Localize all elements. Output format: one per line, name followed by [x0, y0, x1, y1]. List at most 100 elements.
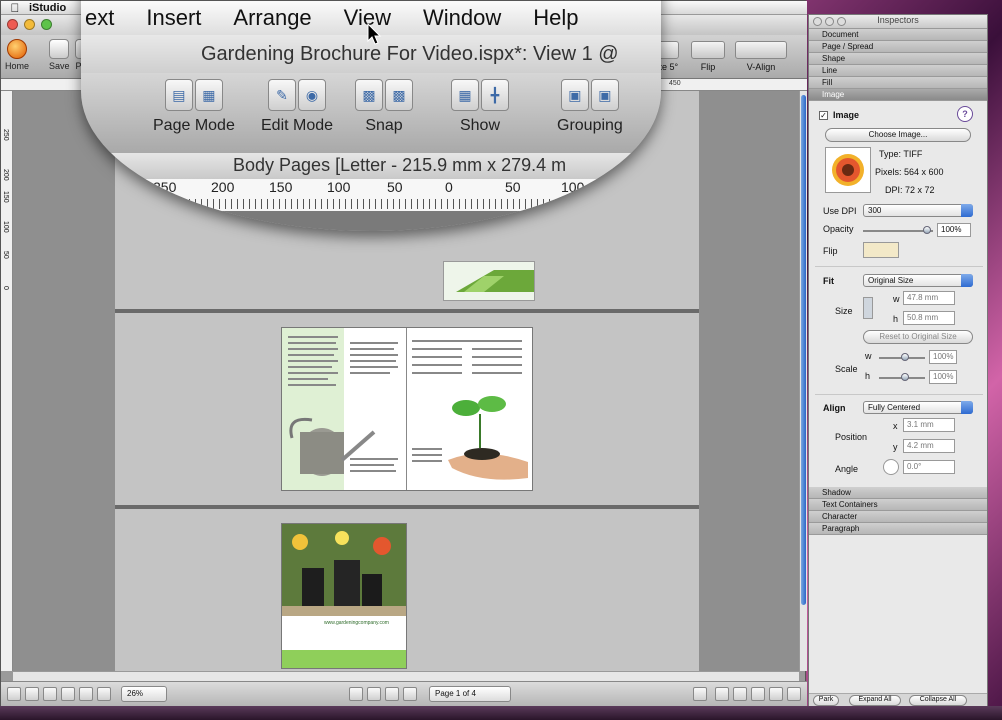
pots-photo	[282, 524, 406, 668]
zoomed-toolbar: ▤ ▦ Page Mode ✎ ◉ Edit Mode ▩ ▩ Snap ▦ ╋ Sho…	[81, 73, 661, 153]
grass-photo	[444, 262, 534, 300]
size-lock-icon[interactable]	[863, 297, 873, 319]
scale-h-knob[interactable]	[901, 373, 909, 381]
reset-size-button[interactable]: Reset to Original Size	[863, 330, 973, 344]
scale-h-field[interactable]: 100%	[929, 370, 957, 384]
zoom-out-icon[interactable]	[79, 687, 93, 701]
minimize-icon[interactable]	[24, 19, 35, 30]
flip-button[interactable]: Flip	[691, 41, 725, 72]
minimize-icon[interactable]	[825, 17, 834, 26]
tool-icon[interactable]	[769, 687, 783, 701]
main-window:  iStudio Home Save Pr tate 5° Flip	[0, 0, 807, 707]
tool-icon[interactable]	[733, 687, 747, 701]
view-mode-icon[interactable]	[43, 687, 57, 701]
opacity-field[interactable]: 100%	[937, 223, 971, 237]
section-line[interactable]: Line	[809, 65, 987, 77]
section-page-spread[interactable]: Page / Spread	[809, 41, 987, 53]
snap-icon: ▩	[355, 79, 383, 111]
zoom-select[interactable]: 26%	[121, 686, 167, 702]
page-separator	[115, 309, 699, 313]
page-select[interactable]: Page 1 of 4	[429, 686, 511, 702]
align-select[interactable]: Fully Centered	[863, 401, 973, 414]
mouse-pointer-icon	[367, 23, 382, 45]
tool-icon[interactable]	[787, 687, 801, 701]
park-button[interactable]: Park	[813, 695, 839, 706]
close-icon[interactable]	[7, 19, 18, 30]
angle-dial-icon[interactable]	[883, 459, 899, 475]
home-button[interactable]: Home	[5, 39, 29, 71]
expand-all-button[interactable]: Expand All	[849, 695, 901, 706]
image-checkbox[interactable]: ✓	[819, 111, 828, 120]
page-mode-button[interactable]: ▤ ▦ Page Mode	[153, 79, 235, 135]
section-shape[interactable]: Shape	[809, 53, 987, 65]
angle-field[interactable]: 0.0°	[903, 460, 955, 474]
grouping-button[interactable]: ▣ ▣ Grouping	[557, 79, 623, 135]
fit-select[interactable]: Original Size	[863, 274, 973, 287]
page-image-selected[interactable]	[443, 261, 535, 301]
last-page-icon[interactable]	[403, 687, 417, 701]
vertical-scrollbar[interactable]	[799, 91, 807, 671]
view-mode-icon[interactable]	[61, 687, 75, 701]
height-field[interactable]: 50.8 mm	[903, 311, 955, 325]
close-icon[interactable]	[813, 17, 822, 26]
page-back-cover[interactable]: www.gardeningcompany.com	[281, 523, 407, 669]
menu-window[interactable]: Window	[423, 5, 501, 31]
page-mode-icon: ▤	[164, 79, 193, 111]
inspector-titlebar: Inspectors	[809, 15, 987, 29]
scale-w-knob[interactable]	[901, 353, 909, 361]
apple-icon[interactable]: 	[1, 1, 29, 15]
edit-pencil-icon: ✎	[268, 79, 297, 111]
save-icon	[49, 39, 70, 59]
menu-help[interactable]: Help	[533, 5, 578, 31]
home-icon	[7, 39, 27, 59]
show-button[interactable]: ▦ ╋ Show	[451, 79, 509, 135]
menu-insert[interactable]: Insert	[146, 5, 201, 31]
vertical-ruler: 250 200 150 100 50 0	[1, 91, 13, 671]
status-bar: 26% Page 1 of 4	[1, 681, 807, 707]
first-page-icon[interactable]	[349, 687, 363, 701]
view-mode-icon[interactable]	[25, 687, 39, 701]
horizontal-scrollbar[interactable]	[13, 671, 799, 681]
spread-artwork	[288, 336, 528, 480]
dock	[0, 706, 1002, 720]
section-shadow[interactable]: Shadow	[809, 487, 987, 499]
zoom-icon[interactable]	[837, 17, 846, 26]
choose-image-button[interactable]: Choose Image...	[825, 128, 971, 142]
section-character[interactable]: Character	[809, 511, 987, 523]
tool-icon[interactable]	[693, 687, 707, 701]
edit-mode-button[interactable]: ✎ ◉ Edit Mode	[261, 79, 333, 135]
save-button[interactable]: Save	[49, 39, 70, 71]
view-mode-icon[interactable]	[7, 687, 21, 701]
section-document[interactable]: Document	[809, 29, 987, 41]
next-page-icon[interactable]	[385, 687, 399, 701]
section-fill[interactable]: Fill	[809, 77, 987, 89]
scale-w-field[interactable]: 100%	[929, 350, 957, 364]
menu-arrange[interactable]: Arrange	[233, 5, 311, 31]
section-paragraph[interactable]: Paragraph	[809, 523, 987, 535]
spread-pages-2-3[interactable]	[281, 327, 533, 491]
page-separator	[115, 505, 699, 509]
x-position-field[interactable]: 3.1 mm	[903, 418, 955, 432]
tool-icon[interactable]	[751, 687, 765, 701]
inspector-panel: Inspectors Document Page / Spread Shape …	[808, 14, 988, 708]
tool-icon[interactable]	[715, 687, 729, 701]
width-field[interactable]: 47.8 mm	[903, 291, 955, 305]
snap-button[interactable]: ▩ ▩ Snap	[355, 79, 413, 135]
menu-text[interactable]: ext	[85, 5, 114, 31]
flip-buttons[interactable]	[863, 242, 899, 258]
use-dpi-select[interactable]: 300	[863, 204, 973, 217]
collapse-all-button[interactable]: Collapse All	[909, 695, 967, 706]
y-position-field[interactable]: 4.2 mm	[903, 439, 955, 453]
image-thumbnail	[825, 147, 871, 193]
preview-eye-icon: ◉	[298, 79, 327, 111]
valign-button[interactable]: V-Align	[735, 41, 787, 72]
guides-icon: ╋	[481, 79, 509, 111]
section-text-containers[interactable]: Text Containers	[809, 499, 987, 511]
zoom-icon[interactable]	[41, 19, 52, 30]
zoom-in-icon[interactable]	[97, 687, 111, 701]
opacity-slider-knob[interactable]	[923, 226, 931, 234]
app-menu[interactable]: iStudio	[29, 2, 66, 14]
prev-page-icon[interactable]	[367, 687, 381, 701]
help-button[interactable]: ?	[957, 106, 973, 122]
section-image[interactable]: Image	[809, 89, 987, 101]
